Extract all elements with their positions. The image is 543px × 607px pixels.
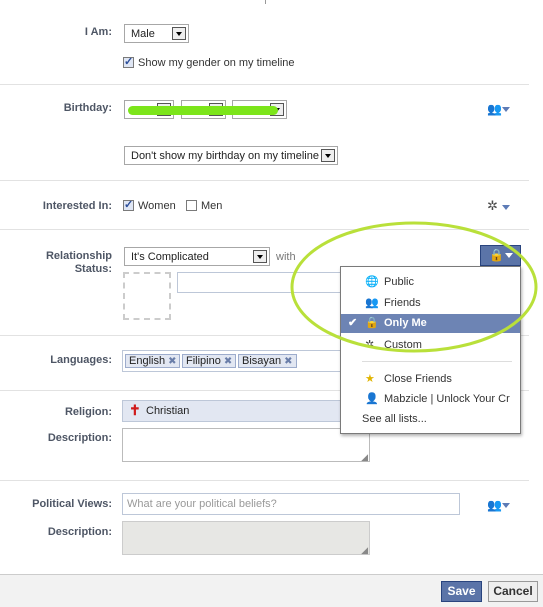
relationship-label-line2: Status: [74,263,112,275]
women-checkbox[interactable] [123,198,134,211]
women-label: Women [138,200,176,212]
chevron-down-icon [502,205,510,210]
religion-value: Christian [146,405,190,417]
cross-icon: ✝ [129,402,141,418]
language-tag: Bisayan ✖ [238,354,297,368]
gender-select[interactable]: Male [124,24,189,43]
privacy-list-close-friends[interactable]: ★ Close Friends [341,370,520,388]
remove-icon[interactable]: ✖ [284,356,292,367]
gender-label: I Am: [84,26,112,38]
top-divider [265,0,266,4]
show-gender-label: Show my gender on my timeline [138,57,295,69]
religion-description-textarea[interactable]: ◢ [122,428,370,462]
language-tag: English ✖ [125,354,181,368]
friends-icon: 👥 [487,498,502,512]
friends-icon: 👥 [487,102,502,116]
resize-handle-icon[interactable]: ◢ [361,545,368,556]
cancel-button[interactable]: Cancel [488,581,538,602]
highlight-ellipse [290,221,538,353]
user-icon: 👤 [365,393,379,405]
men-checkbox[interactable] [186,200,197,211]
birthday-visibility-select[interactable]: Don't show my birthday on my timeline [124,146,338,165]
religion-field[interactable]: ✝ Christian [122,400,342,422]
menu-divider [362,361,512,362]
men-label: Men [201,200,223,212]
political-description-label: Description: [47,526,112,538]
save-button[interactable]: Save [441,581,482,602]
section-divider [0,84,529,85]
religion-description-label: Description: [47,432,112,444]
partner-photo-placeholder [123,272,171,320]
relationship-select[interactable]: It's Complicated [124,247,270,266]
gear-icon: ✲ [487,198,498,213]
languages-label: Languages: [50,354,112,366]
chevron-down-icon [502,107,510,112]
interested-in-label: Interested In: [42,200,112,212]
show-gender-checkbox[interactable] [123,55,134,68]
political-privacy-selector[interactable]: 👥 [487,498,515,512]
relationship-value: It's Complicated [131,251,209,263]
dropdown-arrow-icon [172,27,186,40]
interested-privacy-selector[interactable]: ✲ [487,198,515,214]
chevron-down-icon [502,503,510,508]
redaction-scribble [128,106,278,115]
birthday-privacy-selector[interactable]: 👥 [487,102,515,116]
relationship-label-line1: Relationship [45,250,112,262]
gender-value: Male [131,28,155,40]
political-label: Political Views: [32,498,112,510]
political-placeholder: What are your political beliefs? [127,498,277,510]
dropdown-arrow-icon [321,149,335,162]
remove-icon[interactable]: ✖ [168,356,176,367]
privacy-list-mabzicle[interactable]: 👤 Mabzicle | Unlock Your Cr [341,390,520,408]
political-description-textarea[interactable]: ◢ [122,521,370,555]
section-divider [0,180,529,181]
remove-icon[interactable]: ✖ [224,356,232,367]
birthday-label: Birthday: [63,102,112,114]
language-tag: Filipino ✖ [182,354,237,368]
dropdown-arrow-icon [253,250,267,263]
resize-handle-icon[interactable]: ◢ [361,452,368,463]
religion-label: Religion: [64,406,112,418]
section-divider [0,480,529,481]
political-input[interactable]: What are your political beliefs? [122,493,460,515]
birthday-visibility-value: Don't show my birthday on my timeline [131,150,319,162]
privacy-see-all-lists[interactable]: See all lists... [341,410,520,428]
star-icon: ★ [365,373,375,385]
